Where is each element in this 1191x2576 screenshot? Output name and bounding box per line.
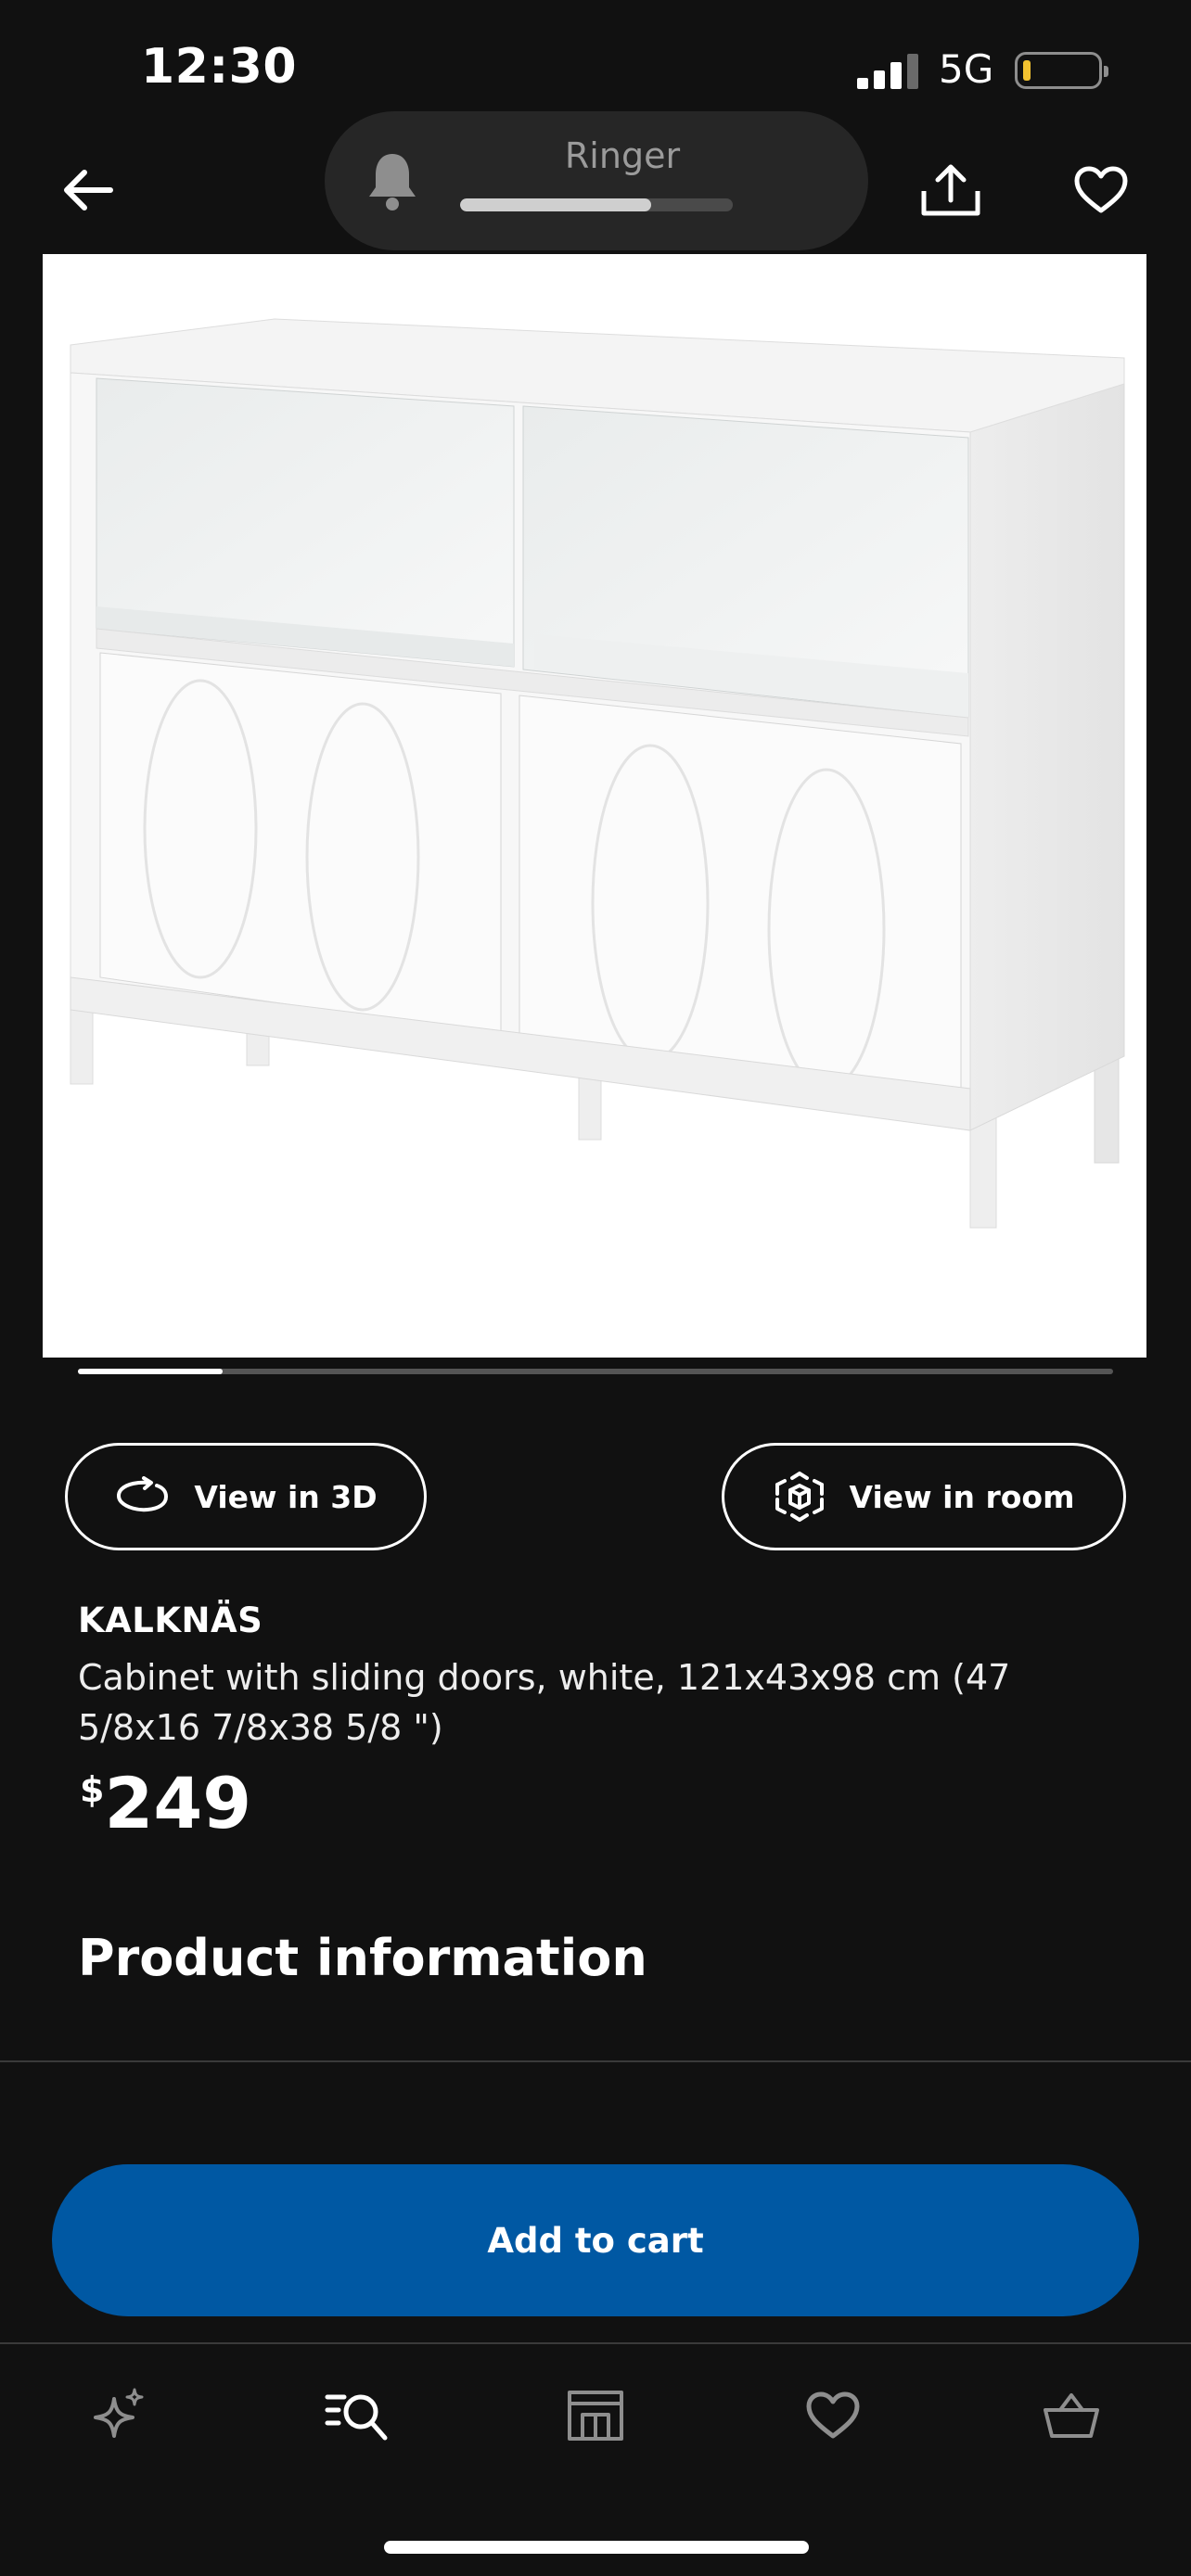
- tab-search[interactable]: [315, 2374, 399, 2457]
- tab-stores[interactable]: [554, 2374, 637, 2457]
- back-button[interactable]: [46, 148, 130, 232]
- favorite-button[interactable]: [1059, 148, 1143, 232]
- home-indicator[interactable]: [384, 2541, 809, 2554]
- view-in-room-label: View in room: [849, 1478, 1075, 1515]
- price-currency: $: [80, 1769, 105, 1810]
- product-name: KALKNÄS: [78, 1600, 263, 1640]
- tab-basket[interactable]: [1030, 2374, 1113, 2457]
- arrow-left-icon: [64, 170, 113, 210]
- share-icon: [921, 164, 980, 216]
- product-image[interactable]: [43, 254, 1146, 1358]
- battery-level: [1023, 60, 1031, 81]
- image-carousel-indicator[interactable]: [78, 1369, 1113, 1374]
- cellular-signal-icon: [857, 54, 918, 89]
- cabinet-illustration: [70, 318, 1125, 1229]
- ringer-volume-hud: Ringer: [325, 111, 868, 250]
- carousel-thumb: [78, 1369, 224, 1374]
- sparkle-icon: [94, 2388, 144, 2438]
- product-information-heading[interactable]: Product information: [78, 1929, 647, 1987]
- heart-icon: [1074, 166, 1128, 213]
- basket-icon: [1044, 2393, 1099, 2438]
- add-to-cart-button[interactable]: Add to cart: [52, 2164, 1139, 2316]
- battery-icon: [1015, 52, 1108, 89]
- store-icon: [568, 2391, 623, 2441]
- network-type: 5G: [939, 46, 994, 92]
- product-description: Cabinet with sliding doors, white, 121x4…: [78, 1657, 1011, 1748]
- view-in-3d-label: View in 3D: [194, 1478, 378, 1515]
- price-amount: 249: [104, 1762, 252, 1844]
- status-time: 12:30: [141, 39, 298, 95]
- ringer-volume-bar: [460, 198, 733, 211]
- product-price: $249: [80, 1762, 251, 1844]
- view-in-3d-button[interactable]: View in 3D: [65, 1443, 427, 1550]
- rotate-3d-icon: [117, 1476, 169, 1512]
- tab-inspiration[interactable]: [78, 2374, 161, 2457]
- ringer-label: Ringer: [564, 135, 681, 176]
- ar-cube-icon: [775, 1472, 824, 1522]
- search-list-icon: [325, 2394, 388, 2441]
- tab-wishlist[interactable]: [791, 2374, 875, 2457]
- heart-icon: [806, 2391, 860, 2439]
- view-in-room-button[interactable]: View in room: [722, 1443, 1126, 1550]
- tab-bar-divider: [0, 2342, 1191, 2344]
- divider: [0, 2060, 1191, 2062]
- share-button[interactable]: [909, 148, 992, 232]
